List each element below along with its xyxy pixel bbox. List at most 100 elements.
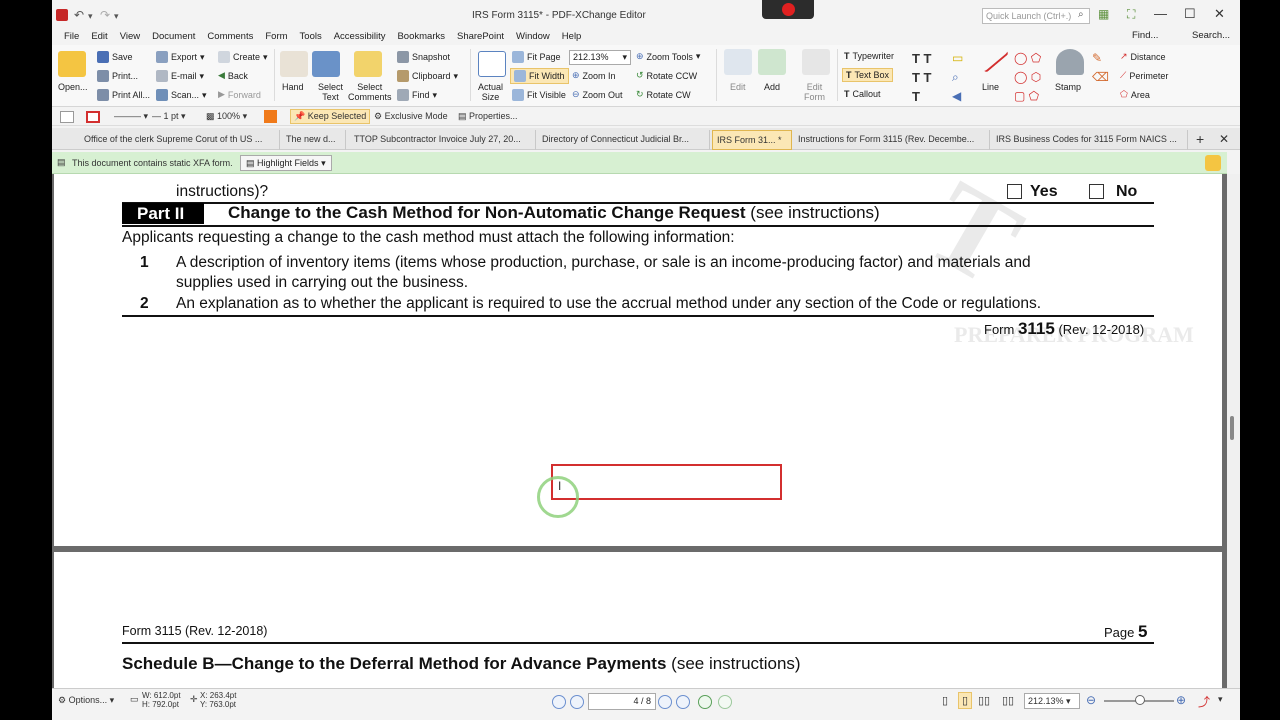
shield-icon[interactable] [1205, 155, 1221, 171]
stamp-icon[interactable] [1056, 49, 1084, 75]
rotate-ccw-button[interactable]: ↺ Rotate CCW [636, 70, 697, 81]
eraser-icon[interactable]: ⌫ [1092, 70, 1109, 84]
export-button[interactable]: Export ▾ [156, 51, 205, 63]
menu-form[interactable]: Form [259, 30, 293, 44]
vertical-scrollbar[interactable] [1227, 174, 1240, 688]
text-box-button[interactable]: T Text Box [842, 68, 894, 82]
properties-button[interactable]: ▤ Properties... [458, 111, 518, 122]
facing-view-icon[interactable]: ▯▯ [978, 694, 990, 707]
single-page-view-icon[interactable]: ▯ [942, 694, 948, 707]
add-button[interactable]: Add [764, 82, 780, 92]
page-number-input[interactable]: 4 / 8 [588, 693, 656, 710]
menu-sharepoint[interactable]: SharePoint [451, 30, 510, 44]
rectangle-tools-icon[interactable]: ▢ ⬠ [1014, 89, 1039, 103]
tab-new-doc[interactable]: The new d... [282, 130, 346, 150]
tab-supreme-court[interactable]: Office of the clerk Supreme Corut of th … [80, 130, 280, 150]
fit-width-button[interactable]: Fit Width [510, 68, 569, 84]
perimeter-button[interactable]: ⟋ Perimeter [1120, 70, 1168, 81]
menu-bookmarks[interactable]: Bookmarks [391, 30, 451, 44]
forward-view-button[interactable] [718, 695, 732, 709]
search-button[interactable]: Search... [1192, 30, 1230, 41]
callout-button[interactable]: T Callout [844, 89, 881, 99]
zoom-slider-handle[interactable] [1135, 695, 1145, 705]
minimize-button[interactable]: — [1154, 6, 1167, 21]
hand-icon[interactable] [280, 51, 308, 77]
redo-icon[interactable]: ↷ [100, 8, 110, 22]
keep-selected-button[interactable]: 📌 Keep Selected [290, 109, 371, 124]
menu-edit[interactable]: Edit [85, 30, 113, 44]
edit-form-icon[interactable] [802, 49, 830, 75]
insert-text-icon[interactable]: T [912, 89, 920, 104]
menu-help[interactable]: Help [556, 30, 588, 44]
select-text-button[interactable]: Select Text [318, 82, 343, 102]
menu-accessibility[interactable]: Accessibility [328, 30, 392, 44]
select-text-icon[interactable] [312, 51, 340, 77]
line-icon[interactable] [977, 42, 1009, 74]
menu-tools[interactable]: Tools [294, 30, 328, 44]
continuous-view-icon[interactable]: ▯ [958, 692, 973, 709]
rotate-cw-button[interactable]: ↻ Rotate CW [636, 89, 691, 100]
zoom-level-select[interactable]: 212.13% ▾ [569, 50, 631, 65]
menu-file[interactable]: File [52, 30, 85, 44]
status-menu-icon[interactable]: ▾ [1218, 694, 1223, 705]
distance-button[interactable]: ↗ Distance [1120, 51, 1166, 62]
print-all-button[interactable]: Print All... [97, 89, 150, 101]
tab-instructions-3115[interactable]: Instructions for Form 3115 (Rev. Decembe… [794, 130, 990, 150]
area-button[interactable]: ⬠ Area [1120, 89, 1150, 100]
next-page-button[interactable] [658, 695, 672, 709]
fit-visible-button[interactable]: Fit Visible [512, 89, 566, 101]
fill-color-swatch[interactable] [60, 111, 74, 123]
zoom-in-button[interactable]: ⊕ Zoom In [572, 70, 616, 81]
pencil-icon[interactable]: ✎ [1092, 51, 1102, 65]
fit-page-button[interactable]: Fit Page [512, 51, 561, 63]
add-icon[interactable] [758, 49, 786, 75]
maximize-button[interactable]: ☐ [1184, 6, 1196, 22]
tab-irs-form-3115[interactable]: IRS Form 31... * [712, 130, 792, 150]
sticky-note-icon[interactable]: ▭ [952, 51, 963, 65]
zoom-tools-button[interactable]: ⊕ Zoom Tools ▾ [636, 51, 700, 62]
select-comments-icon[interactable] [354, 51, 382, 77]
close-tab-button[interactable]: ✕ [1219, 132, 1229, 146]
new-tab-button[interactable]: + [1196, 131, 1204, 147]
sound-icon[interactable]: ◀ [952, 89, 961, 103]
back-view-button[interactable] [698, 695, 712, 709]
attachment-icon[interactable]: ⌕ [952, 70, 959, 85]
line-style-select[interactable]: ——— ▾ [114, 111, 148, 122]
shape-tools-icon[interactable]: ◯ ⬠ [1014, 51, 1041, 65]
menu-view[interactable]: View [114, 30, 146, 44]
opacity-select[interactable]: ▩ 100% ▾ [206, 111, 247, 122]
typewriter-button[interactable]: T Typewriter [844, 51, 894, 61]
highlight-fields-button[interactable]: ▤ Highlight Fields ▾ [240, 155, 332, 171]
customize-quick-access-icon[interactable]: ▾ [114, 11, 119, 22]
last-page-button[interactable] [676, 695, 690, 709]
edit-button[interactable]: Edit [730, 82, 746, 92]
yes-checkbox[interactable] [1007, 184, 1022, 199]
zoom-in-icon[interactable]: ⊕ [1176, 693, 1186, 707]
scan-button[interactable]: Scan... ▾ [156, 89, 207, 101]
quick-launch-input[interactable]: Quick Launch (Ctrl+.) [982, 8, 1090, 24]
actual-size-icon[interactable] [478, 51, 506, 77]
tab-subcontractor-invoice[interactable]: TTOP Subcontractor Invoice July 27, 20..… [350, 130, 536, 150]
actual-size-button[interactable]: Actual Size [478, 82, 503, 102]
scrollbar-thumb[interactable] [1230, 416, 1234, 440]
text-tools-icon[interactable]: T T [912, 51, 932, 66]
clipboard-button[interactable]: Clipboard ▾ [397, 70, 458, 82]
tab-connecticut-directory[interactable]: Directory of Connecticut Judicial Br... [538, 130, 710, 150]
open-folder-icon[interactable] [58, 51, 86, 77]
exclusive-mode-button[interactable]: ⚙ Exclusive Mode [374, 111, 448, 122]
previous-page-button[interactable] [570, 695, 584, 709]
back-button[interactable]: ◀ Back [218, 70, 248, 81]
continuous-facing-view-icon[interactable]: ▯▯ [1002, 694, 1014, 707]
stroke-color-swatch[interactable] [86, 111, 100, 123]
menu-comments[interactable]: Comments [201, 30, 259, 44]
polygon-tools-icon[interactable]: ◯ ⬡ [1014, 70, 1041, 84]
tab-business-codes[interactable]: IRS Business Codes for 3115 Form NAICS .… [992, 130, 1188, 150]
undo-icon[interactable]: ↶ [74, 8, 84, 22]
layout-icon[interactable]: ▦ [1098, 7, 1109, 21]
snapshot-button[interactable]: Snapshot [397, 51, 450, 63]
status-zoom-select[interactable]: 212.13% ▾ [1024, 693, 1080, 709]
text-box-annotation[interactable] [551, 464, 782, 500]
options-button[interactable]: ⚙ Options... ▾ [58, 695, 114, 706]
save-button[interactable]: Save [97, 51, 133, 63]
highlight-color-swatch[interactable] [264, 110, 277, 123]
